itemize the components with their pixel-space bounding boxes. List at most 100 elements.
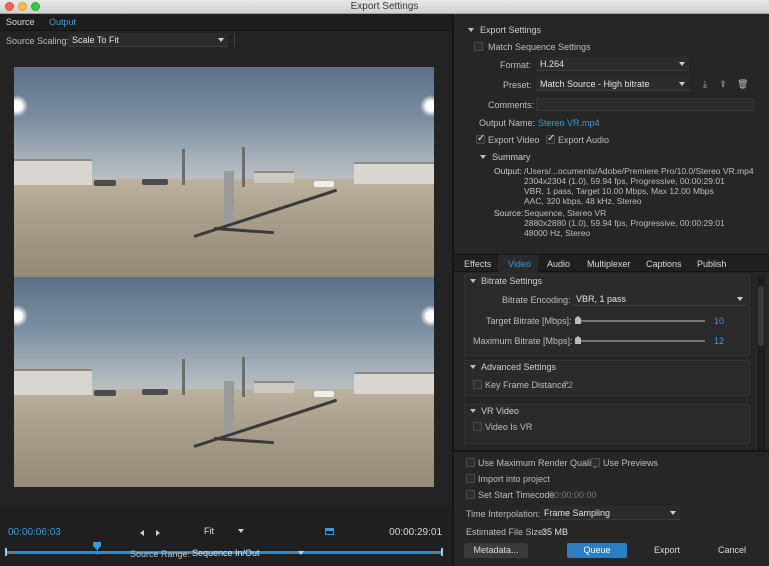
tab-output[interactable]: Output xyxy=(49,17,76,27)
source-scaling-row: Source Scaling: Scale To Fit xyxy=(0,33,452,49)
tab-audio[interactable]: Audio xyxy=(547,259,570,269)
set-start-timecode-checkbox[interactable] xyxy=(466,490,475,499)
chevron-down-icon xyxy=(298,551,304,555)
export-video-label: Export Video xyxy=(488,135,540,145)
advanced-settings-block: Advanced Settings Key Frame Distance: 72 xyxy=(464,360,750,396)
target-bitrate-value[interactable]: 10 xyxy=(714,316,724,326)
current-timecode[interactable]: 00:00:06:03 xyxy=(8,527,61,538)
advanced-settings-header: Advanced Settings xyxy=(481,362,557,372)
summary-output-line: AAC, 320 kbps, 48 kHz, Stereo xyxy=(524,196,642,206)
export-button[interactable]: Export xyxy=(637,543,697,558)
use-previews-label: Use Previews xyxy=(603,458,659,468)
match-sequence-checkbox[interactable] xyxy=(474,42,483,51)
preset-value: Match Source - High bitrate xyxy=(540,79,650,89)
chevron-down-icon xyxy=(670,511,676,515)
collapse-triangle-icon[interactable] xyxy=(470,409,476,413)
preview-tabs: Source Output xyxy=(0,14,452,31)
tab-effects[interactable]: Effects xyxy=(464,259,491,269)
bitrate-encoding-label: Bitrate Encoding: xyxy=(502,295,571,305)
source-range-value: Sequence In/Out xyxy=(192,548,260,558)
settings-tabs: Effects Video Audio Multiplexer Captions… xyxy=(454,254,769,273)
set-in-point-icon[interactable] xyxy=(140,530,144,536)
preset-dropdown[interactable]: Match Source - High bitrate xyxy=(536,77,689,91)
summary-source-line: 48000 Hz, Stereo xyxy=(524,228,591,238)
time-interpolation-dropdown[interactable]: Frame Sampling xyxy=(540,506,680,520)
output-name-link[interactable]: Stereo VR.mp4 xyxy=(538,118,600,128)
chevron-down-icon xyxy=(238,529,244,533)
target-bitrate-knob[interactable] xyxy=(575,316,581,324)
video-is-vr-label: Video Is VR xyxy=(485,422,533,432)
collapse-triangle-icon[interactable] xyxy=(470,365,476,369)
preview-panel: Source Output Source Scaling: Scale To F… xyxy=(0,14,452,566)
summary-output-line: /Users/...ocuments/Adobe/Premiere Pro/10… xyxy=(524,166,754,176)
aspect-ratio-icon[interactable] xyxy=(325,528,334,535)
tab-multiplexer[interactable]: Multiplexer xyxy=(587,259,631,269)
summary-source-line: 2880x2880 (1.0), 59.94 fps, Progressive,… xyxy=(524,218,725,228)
max-bitrate-value[interactable]: 12 xyxy=(714,336,724,346)
export-video-checkbox[interactable] xyxy=(476,133,485,144)
import-preset-icon[interactable]: ⇪ xyxy=(718,79,728,89)
comments-input[interactable] xyxy=(536,98,754,111)
max-bitrate-knob[interactable] xyxy=(575,336,581,344)
source-range-dropdown[interactable]: Sequence In/Out xyxy=(188,546,308,560)
video-preview xyxy=(14,67,434,487)
collapse-triangle-icon[interactable] xyxy=(468,28,474,32)
save-preset-icon[interactable]: ⤓ xyxy=(700,79,710,89)
title-bar: Export Settings xyxy=(0,0,769,14)
target-bitrate-label: Target Bitrate [Mbps]: xyxy=(486,316,572,326)
format-dropdown[interactable]: H.264 xyxy=(536,57,689,71)
comments-label: Comments: xyxy=(488,100,535,110)
delete-preset-icon[interactable]: 🗑 xyxy=(737,79,748,89)
cancel-button[interactable]: Cancel xyxy=(702,543,762,558)
settings-scrollbar[interactable] xyxy=(757,276,765,456)
export-options: Use Maximum Render Quality Use Previews … xyxy=(454,450,769,566)
use-previews-checkbox[interactable] xyxy=(591,458,600,467)
collapse-triangle-icon[interactable] xyxy=(480,155,486,159)
key-frame-label: Key Frame Distance: xyxy=(485,380,570,390)
start-timecode-value[interactable]: 00:00:00:00 xyxy=(549,490,597,500)
source-scaling-label: Source Scaling: xyxy=(6,36,70,46)
set-out-point-icon[interactable] xyxy=(156,530,160,536)
divider xyxy=(234,33,235,47)
set-start-timecode-label: Set Start Timecode xyxy=(478,490,555,500)
window-title: Export Settings xyxy=(350,1,419,12)
time-interpolation-value: Frame Sampling xyxy=(544,508,611,518)
tab-publish[interactable]: Publish xyxy=(697,259,727,269)
collapse-triangle-icon[interactable] xyxy=(470,279,476,283)
bitrate-encoding-dropdown[interactable]: VBR, 1 pass xyxy=(572,292,747,306)
queue-button[interactable]: Queue xyxy=(567,543,627,558)
summary-source-label: Source: xyxy=(494,208,524,218)
output-name-label: Output Name: xyxy=(479,118,536,128)
max-render-quality-checkbox[interactable] xyxy=(466,458,475,467)
out-point-marker[interactable] xyxy=(441,548,443,556)
max-bitrate-slider[interactable] xyxy=(577,340,705,342)
scrollbar-thumb[interactable] xyxy=(758,286,764,346)
summary-header: Summary xyxy=(492,152,531,162)
settings-panel: Export Settings Match Sequence Settings … xyxy=(452,14,769,566)
export-audio-checkbox[interactable] xyxy=(546,133,555,144)
preset-label: Preset: xyxy=(503,80,532,90)
key-frame-value[interactable]: 72 xyxy=(563,380,573,390)
source-scaling-dropdown[interactable]: Scale To Fit xyxy=(68,33,228,47)
metadata-button[interactable]: Metadata... xyxy=(464,543,528,558)
playhead-line xyxy=(96,549,98,555)
import-into-project-checkbox[interactable] xyxy=(466,474,475,483)
format-value: H.264 xyxy=(540,59,565,69)
video-is-vr-checkbox[interactable] xyxy=(473,422,482,431)
bitrate-encoding-value: VBR, 1 pass xyxy=(576,294,627,304)
chevron-down-icon xyxy=(679,62,685,66)
tab-video[interactable]: Video xyxy=(508,259,531,269)
target-bitrate-slider[interactable] xyxy=(577,320,705,322)
source-scaling-value: Scale To Fit xyxy=(72,35,119,45)
tab-source[interactable]: Source xyxy=(6,17,35,27)
zoom-dropdown[interactable]: Fit xyxy=(200,524,248,538)
max-render-quality-label: Use Maximum Render Quality xyxy=(478,458,599,468)
import-into-project-label: Import into project xyxy=(478,474,551,484)
file-size-value: 35 MB xyxy=(542,527,569,537)
tab-captions[interactable]: Captions xyxy=(646,259,682,269)
zoom-value: Fit xyxy=(204,526,214,536)
export-audio-label: Export Audio xyxy=(558,135,610,145)
key-frame-checkbox[interactable] xyxy=(473,380,482,389)
bitrate-settings-block: Bitrate Settings Bitrate Encoding: VBR, … xyxy=(464,274,750,356)
in-point-marker[interactable] xyxy=(5,548,7,556)
